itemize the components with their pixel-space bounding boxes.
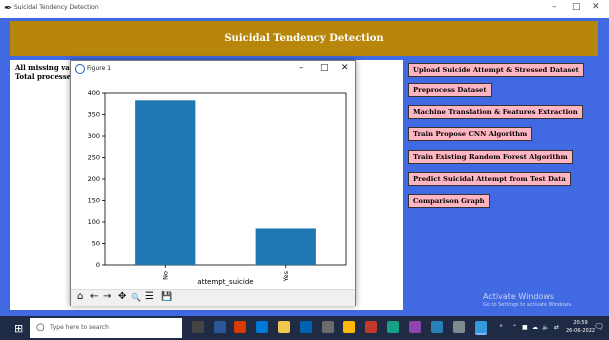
y-tick-label: 100 [88, 218, 100, 226]
clock-date: 26-06-2022 [566, 328, 596, 334]
task-view-icon[interactable] [214, 321, 226, 333]
y-tick-label: 400 [88, 89, 100, 97]
header-title: Suicidal Tendency Detection [224, 33, 384, 44]
feather-app-icon[interactable] [475, 321, 487, 335]
network-icon[interactable]: ☁ [532, 324, 538, 331]
notifications-icon[interactable]: 🗨 [594, 322, 604, 331]
y-tick-label: 50 [92, 240, 100, 248]
zoom-icon[interactable]: 🔍 [131, 293, 141, 302]
y-tick-label: 200 [88, 175, 100, 183]
python-icon[interactable] [409, 321, 421, 333]
mic-icon[interactable] [192, 321, 204, 333]
figure-title: Figure 1 [87, 65, 112, 72]
x-tick-label: Yes [282, 270, 290, 282]
tray-user-icon[interactable]: ᴿ [500, 324, 503, 331]
header-banner: Suicidal Tendency Detection [10, 21, 598, 56]
window-title: Suicidal Tendency Detection [14, 4, 99, 11]
file-explorer-icon[interactable] [278, 321, 290, 333]
chrome-icon[interactable] [234, 321, 246, 333]
volume-icon[interactable]: 🔈 [542, 324, 549, 331]
y-tick-label: 150 [88, 197, 100, 205]
maximize-button[interactable]: □ [572, 2, 581, 12]
taskbar: ⊞ ○ Type here to search ᴿ ⌃ ■ ☁ 🔈 ⇄ 20:5… [0, 316, 609, 340]
predict-attempt-button[interactable]: Predict Suicidal Attempt from Test Data [408, 172, 571, 186]
train-random-forest-button[interactable]: Train Existing Random Forest Algorithm [408, 150, 573, 164]
configure-subplots-icon[interactable]: ☰ [145, 291, 154, 302]
y-tick-label: 0 [96, 261, 100, 269]
notepad-icon[interactable] [322, 321, 334, 333]
watermark-line: Go to Settings to activate Windows. [483, 302, 573, 308]
app-icon[interactable] [387, 321, 399, 333]
y-tick-label: 300 [88, 132, 100, 140]
windows-start-icon[interactable]: ⊞ [14, 322, 23, 335]
firefox-icon[interactable] [343, 321, 355, 333]
taskbar-clock[interactable]: 20:59 26-06-2022 [566, 319, 595, 335]
tray-chevron-up-icon[interactable]: ⌃ [512, 324, 517, 331]
pan-icon[interactable]: ✥ [118, 291, 126, 302]
language-icon[interactable]: ⇄ [554, 324, 559, 331]
word-icon[interactable] [431, 321, 443, 333]
activation-watermark: Activate Windows Go to Settings to activ… [483, 292, 573, 308]
home-icon[interactable]: ⌂ [77, 291, 83, 302]
search-icon: ○ [36, 322, 45, 333]
minimize-button[interactable]: – [552, 2, 557, 12]
taskbar-search-box[interactable]: ○ Type here to search [30, 318, 182, 338]
search-placeholder: Type here to search [50, 324, 109, 331]
translation-features-button[interactable]: Machine Translation & Features Extractio… [408, 105, 583, 119]
window-titlebar: ✒ Suicidal Tendency Detection – □ ✕ [0, 0, 609, 18]
figure-app-icon [75, 64, 85, 74]
figure-maximize-button[interactable]: □ [320, 63, 329, 73]
close-button[interactable]: ✕ [592, 2, 600, 12]
figure-close-button[interactable]: ✕ [341, 63, 349, 73]
app-feather-icon: ✒ [4, 3, 13, 14]
x-axis-label: attempt_suicide [197, 278, 253, 286]
train-cnn-button[interactable]: Train Propose CNN Algorithm [408, 127, 533, 141]
comparison-graph-button[interactable]: Comparison Graph [408, 194, 490, 208]
watermark-line: Activate Windows [483, 292, 555, 301]
preprocess-dataset-button[interactable]: Preprocess Dataset [408, 83, 492, 97]
bar-yes [255, 228, 316, 265]
upload-dataset-button[interactable]: Upload Suicide Attempt & Stressed Datase… [408, 63, 584, 77]
save-figure-icon[interactable]: 💾 [161, 292, 172, 302]
y-tick-label: 250 [88, 154, 100, 162]
store-icon[interactable] [300, 321, 312, 333]
edge-icon[interactable] [256, 321, 268, 333]
tray-app-icon[interactable]: ■ [522, 324, 528, 331]
x-tick-label: No [161, 271, 169, 280]
terminal-icon[interactable] [453, 321, 465, 333]
figure-titlebar: Figure 1 – □ ✕ [71, 61, 355, 77]
forward-arrow-icon[interactable]: → [103, 291, 111, 302]
figure-toolbar: ⌂ ← → ✥ 🔍 ☰ 💾 [71, 289, 355, 306]
bar-chart: 0 50 100 150 200 250 300 350 400 No Yes attempt_sui… [88, 89, 347, 286]
y-tick-label: 350 [88, 111, 100, 119]
bar-no [135, 100, 196, 265]
figure-minimize-button[interactable]: – [299, 63, 304, 73]
figure-window[interactable]: Figure 1 – □ ✕ 0 50 100 150 200 250 300 350 400 N… [70, 60, 356, 306]
media-icon[interactable] [365, 321, 377, 333]
back-arrow-icon[interactable]: ← [90, 291, 98, 302]
clock-time: 20:59 [573, 320, 588, 326]
